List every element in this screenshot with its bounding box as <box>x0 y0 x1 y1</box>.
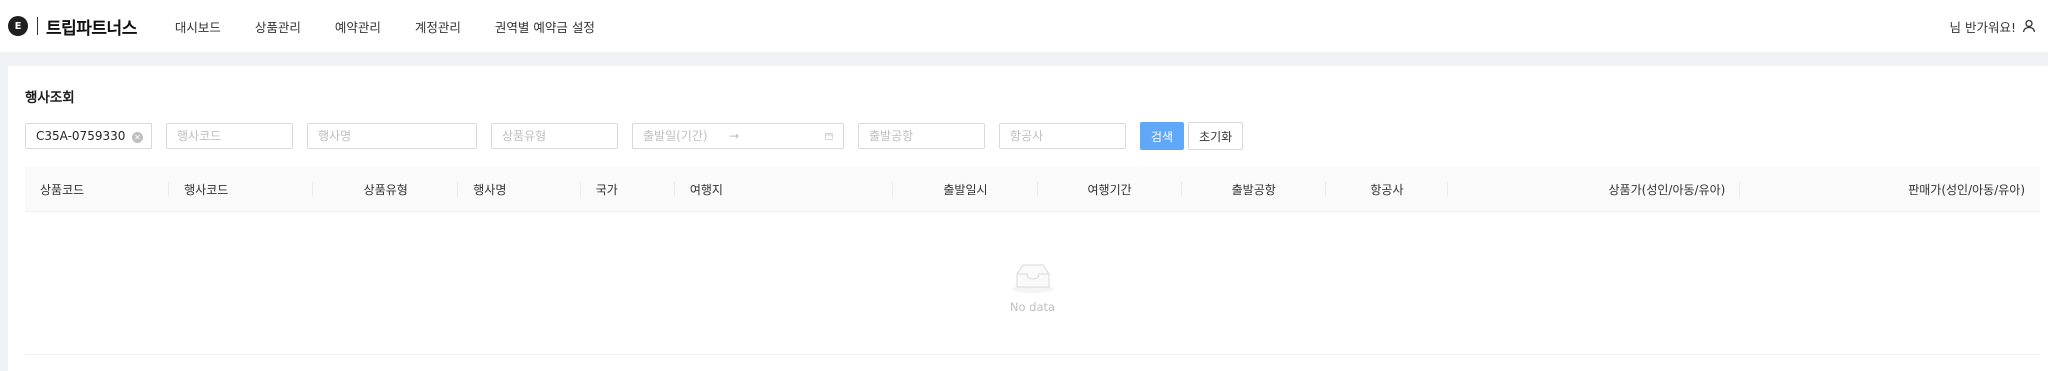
col-depart-airport: 출발공항 <box>1182 167 1326 212</box>
range-arrow-icon: → <box>729 129 740 143</box>
page-title: 행사조회 <box>25 90 75 106</box>
logo-badge-icon: E <box>8 16 28 36</box>
empty-text: No data <box>1009 300 1056 314</box>
search-filters: ✕ → 검색 초기화 <box>25 122 1244 150</box>
table-empty-state: No data <box>25 212 2040 355</box>
clear-icon[interactable]: ✕ <box>132 132 143 143</box>
col-sale-price: 판매가(성인/아동/유아) <box>1908 182 2026 197</box>
depart-date-range[interactable]: → <box>632 123 844 149</box>
table-header: 상품코드 행사코드 상품유형 행사명 국가 여행지 출발일시 여행기간 출발공항… <box>25 167 2040 212</box>
product-code-input[interactable] <box>36 129 141 143</box>
main-nav: 대시보드 상품관리 예약관리 계정관리 권역별 예약금 설정 <box>157 0 595 52</box>
col-depart-datetime: 출발일시 <box>893 167 1038 212</box>
product-code-field[interactable]: ✕ <box>25 123 152 149</box>
reset-button[interactable]: 초기화 <box>1188 122 1244 150</box>
search-button[interactable]: 검색 <box>1140 122 1185 150</box>
event-name-input[interactable] <box>318 129 466 143</box>
top-navbar: E 트립파트너스 대시보드 상품관리 예약관리 계정관리 권역별 예약금 설정 … <box>0 0 2048 52</box>
col-country: 국가 <box>581 167 675 212</box>
nav-item-deposit-settings[interactable]: 권역별 예약금 설정 <box>495 0 595 52</box>
user-icon <box>2022 19 2036 33</box>
nav-item-reservations[interactable]: 예약관리 <box>335 0 381 52</box>
events-table: 상품코드 행사코드 상품유형 행사명 국가 여행지 출발일시 여행기간 출발공항… <box>25 167 2040 355</box>
logo-separator <box>37 17 38 35</box>
calendar-icon <box>825 132 833 140</box>
airline-field[interactable] <box>999 123 1126 149</box>
user-greeting: 님 반가워요! <box>1949 19 2017 35</box>
user-menu[interactable]: 님 반가워요! <box>1950 0 2037 52</box>
brand-name: 트립파트너스 <box>46 18 137 39</box>
col-event-code: 행사코드 <box>169 167 314 212</box>
col-destination: 여행지 <box>675 167 894 212</box>
col-product-code: 상품코드 <box>25 167 170 212</box>
brand-logo[interactable]: E 트립파트너스 <box>8 0 137 52</box>
col-travel-period: 여행기간 <box>1038 167 1182 212</box>
col-airline: 항공사 <box>1326 167 1449 212</box>
empty-inbox-icon <box>1011 264 1054 293</box>
event-code-field[interactable] <box>166 123 293 149</box>
event-name-field[interactable] <box>307 123 477 149</box>
product-type-select[interactable] <box>491 123 618 149</box>
airline-input[interactable] <box>1010 129 1115 143</box>
col-product-type: 상품유형 <box>313 167 459 212</box>
nav-item-products[interactable]: 상품관리 <box>255 0 301 52</box>
content-card: 행사조회 ✕ → <box>8 66 2048 371</box>
nav-item-dashboard[interactable]: 대시보드 <box>175 0 221 52</box>
col-product-price: 상품가(성인/아동/유아) <box>1448 167 1741 212</box>
depart-date-end-input[interactable] <box>745 129 826 143</box>
nav-item-accounts[interactable]: 계정관리 <box>415 0 461 52</box>
col-event-name: 행사명 <box>458 167 582 212</box>
product-type-input[interactable] <box>502 129 607 143</box>
depart-airport-input[interactable] <box>869 129 974 143</box>
event-code-input[interactable] <box>177 129 282 143</box>
depart-airport-field[interactable] <box>858 123 985 149</box>
depart-date-start-input[interactable] <box>643 129 723 143</box>
